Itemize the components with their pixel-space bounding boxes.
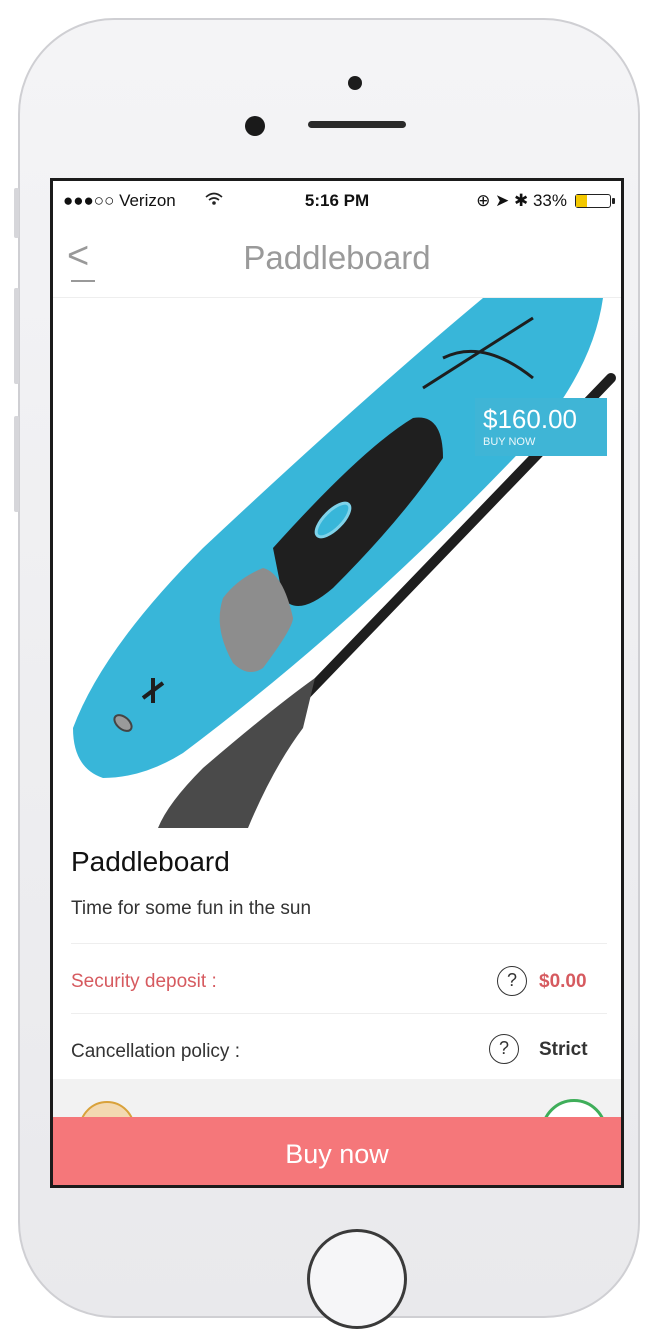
app-screen: ●●●○○ Verizon 5:16 PM ⊕ ➤ ✱ 33% < Paddle… xyxy=(50,178,624,1188)
navigation-bar: < Paddleboard xyxy=(53,221,621,298)
buy-now-button[interactable]: Buy now xyxy=(53,1117,621,1185)
volume-down-button xyxy=(14,416,19,512)
cancellation-policy-value: Strict xyxy=(539,1039,588,1060)
security-help-icon[interactable]: ? xyxy=(497,966,527,996)
price-value: $160.00 xyxy=(483,404,577,434)
price-subtext: BUY NOW xyxy=(483,436,536,448)
status-icons: ⊕ ➤ ✱ 33% xyxy=(476,191,567,210)
status-bar: ●●●○○ Verizon 5:16 PM ⊕ ➤ ✱ 33% xyxy=(53,181,621,221)
front-camera xyxy=(245,116,265,136)
product-tagline: Time for some fun in the sun xyxy=(71,898,312,919)
camera-dot xyxy=(348,76,362,90)
divider xyxy=(71,943,607,944)
battery-icon xyxy=(575,194,615,208)
security-deposit-value: $0.00 xyxy=(539,971,587,992)
earpiece-speaker xyxy=(308,121,406,128)
mute-switch xyxy=(14,188,19,238)
cancellation-policy-label: Cancellation policy : xyxy=(71,1041,240,1062)
price-tag[interactable]: $160.00 BUY NOW xyxy=(475,398,607,456)
home-button[interactable] xyxy=(307,1229,407,1329)
cancellation-help-icon[interactable]: ? xyxy=(489,1034,519,1064)
divider xyxy=(71,1013,607,1014)
security-deposit-label: Security deposit : xyxy=(71,971,217,992)
volume-up-button xyxy=(14,288,19,384)
host-section xyxy=(53,1079,621,1119)
back-underline xyxy=(71,280,95,282)
paddleboard-illustration xyxy=(73,298,616,828)
page-title: Paddleboard xyxy=(243,239,431,276)
product-title: Paddleboard xyxy=(71,846,230,877)
product-image[interactable]: $160.00 BUY NOW xyxy=(63,298,621,828)
